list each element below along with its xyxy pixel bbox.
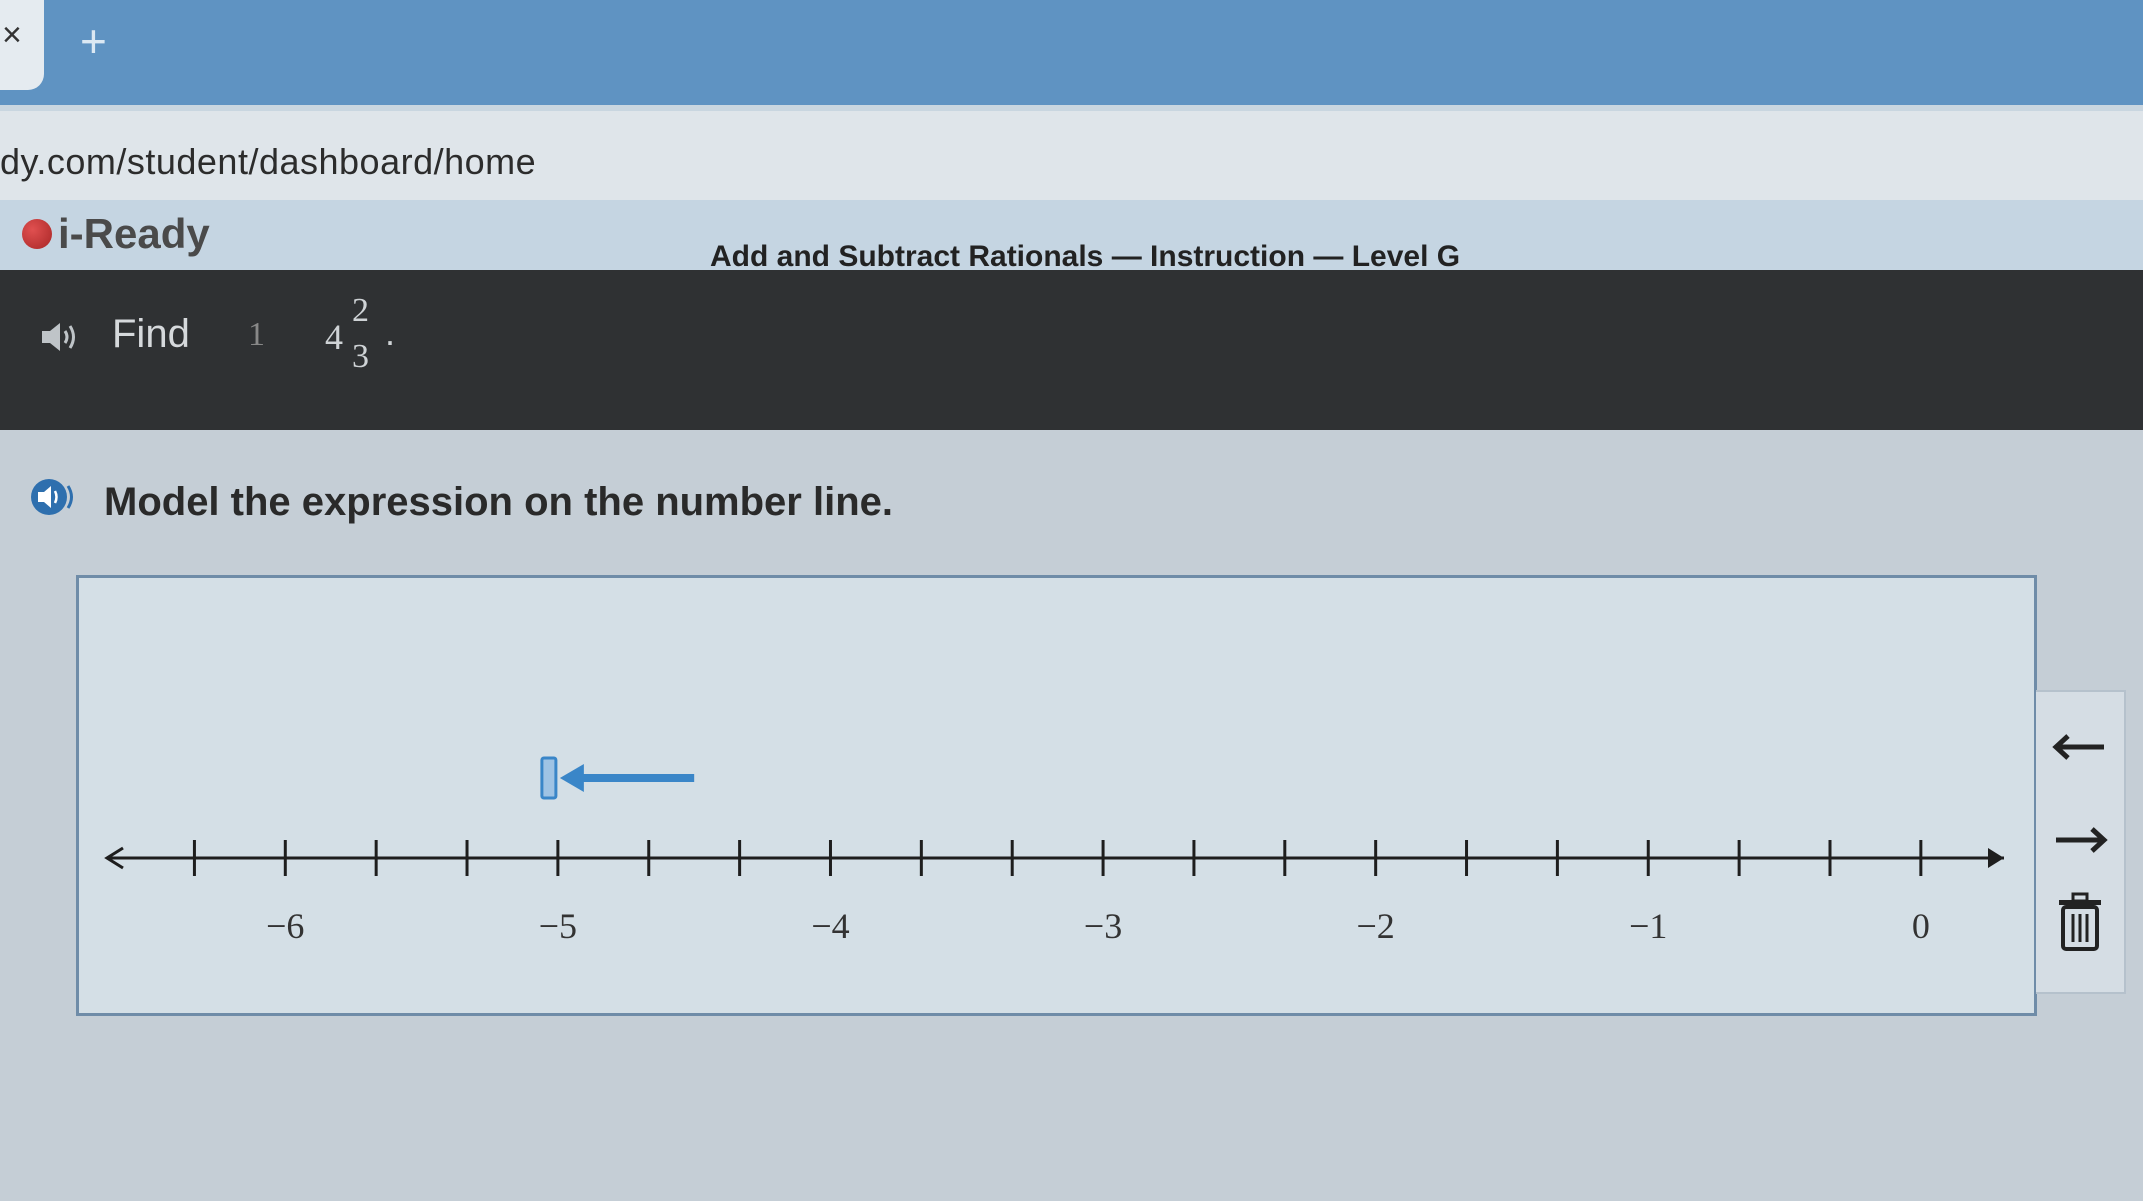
mixed-number-fraction: 2 3 — [352, 288, 369, 380]
number-line-label: −6 — [266, 906, 304, 946]
find-label: Find — [112, 312, 190, 356]
app-header: i-Ready Add and Subtract Rationals — Ins… — [0, 200, 2143, 327]
number-line-label: −1 — [1629, 906, 1667, 946]
number-line-label: 0 — [1912, 906, 1930, 946]
logo-text: i-Ready — [58, 210, 210, 257]
speaker-icon[interactable] — [40, 320, 80, 362]
left-arrow-icon — [2052, 734, 2104, 760]
arrow-drag-handle — [540, 756, 558, 800]
prompt-bar: Find 1 4 2 3 . — [0, 270, 2143, 430]
lesson-title: Add and Subtract Rationals — Instruction… — [710, 240, 1461, 273]
logo-icon — [22, 219, 52, 249]
number-line-label: −3 — [1084, 906, 1122, 946]
axis-right-arrowhead — [1988, 848, 2004, 868]
placed-arrow-head — [559, 764, 584, 792]
fraction-numerator: 2 — [352, 292, 369, 329]
trash-tool-button[interactable] — [2050, 892, 2110, 952]
fraction-denominator: 3 — [352, 338, 369, 375]
expression-operand: 1 — [248, 316, 265, 353]
iready-logo: i-Ready — [22, 210, 210, 258]
number-line[interactable]: −6 −5 −4 −3 −2 −1 0 — [79, 578, 2034, 1013]
left-arrow-tool-button[interactable] — [2050, 717, 2110, 777]
expression-period: . — [385, 312, 396, 353]
instruction-speaker-icon[interactable] — [30, 478, 76, 525]
trash-icon — [2059, 892, 2101, 951]
number-line-label: −2 — [1357, 906, 1395, 946]
mixed-number-whole: 4 — [325, 317, 343, 357]
address-bar[interactable]: dy.com/student/dashboard/home — [0, 105, 2143, 206]
new-tab-button[interactable]: + — [80, 14, 107, 68]
right-arrow-tool-button[interactable] — [2050, 810, 2110, 870]
number-line-panel[interactable]: −6 −5 −4 −3 −2 −1 0 — [76, 575, 2037, 1016]
instruction-text: Model the expression on the number line. — [104, 480, 894, 524]
right-arrow-icon — [2056, 827, 2108, 853]
number-line-label: −5 — [539, 906, 577, 946]
tool-palette — [2036, 690, 2126, 994]
url-text[interactable]: dy.com/student/dashboard/home — [0, 141, 536, 183]
browser-tab-bar: × + — [0, 0, 2143, 110]
browser-tab[interactable]: × — [0, 0, 44, 90]
number-line-label: −4 — [811, 906, 849, 946]
tab-close-button[interactable]: × — [2, 16, 22, 55]
